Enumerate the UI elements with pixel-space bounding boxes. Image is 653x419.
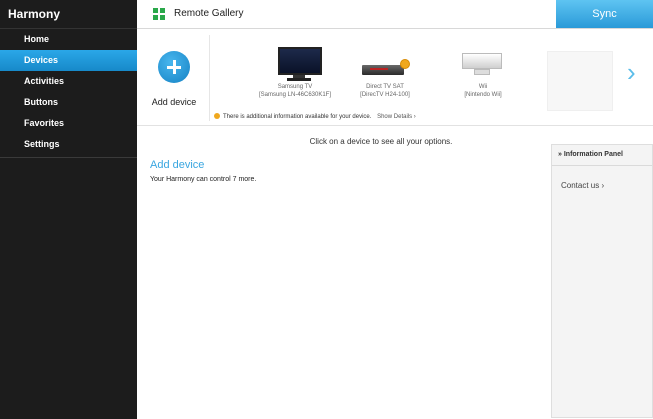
sidebar-divider [0, 157, 137, 158]
device-card-wii[interactable]: Wii [Nintendo Wii] [438, 39, 528, 99]
show-details-link[interactable]: Show Details › [377, 114, 416, 120]
satellite-box-icon [340, 39, 430, 83]
device-name: Direct TV SAT [366, 84, 404, 90]
app-title: Harmony [0, 0, 137, 29]
device-name: Samsung TV [277, 84, 313, 90]
sidebar-item-home[interactable]: Home [0, 29, 137, 50]
device-card-directv[interactable]: Direct TV SAT [DirecTV H24-100] [340, 39, 430, 99]
device-capacity-text: Your Harmony can control 7 more. [150, 176, 257, 183]
sidebar-nav: Home Devices Activities Buttons Favorite… [0, 29, 137, 155]
empty-device-slot [547, 51, 613, 111]
sidebar-item-activities[interactable]: Activities [0, 71, 137, 92]
device-model: [Nintendo Wii] [464, 92, 502, 98]
expand-icon: » [558, 151, 562, 158]
device-model: [DirecTV H24-100] [360, 92, 410, 98]
tv-icon [250, 39, 340, 83]
add-device-label: Add device [151, 97, 197, 107]
sidebar-item-settings[interactable]: Settings [0, 134, 137, 155]
chevron-right-icon[interactable]: › [627, 59, 636, 85]
contact-us-label: Contact us [561, 181, 600, 190]
sidebar-item-favorites[interactable]: Favorites [0, 113, 137, 134]
contact-us-link[interactable]: Contact us › [561, 181, 604, 190]
page-title: Remote Gallery [174, 8, 244, 19]
wii-console-icon [438, 39, 528, 83]
device-gallery: Add device Samsung TV [Samsung LN-46C630… [137, 29, 653, 126]
device-info-notice: There is additional information availabl… [214, 113, 416, 120]
gallery-divider [209, 35, 210, 121]
device-name: Wii [478, 84, 488, 90]
device-card-samsung-tv[interactable]: Samsung TV [Samsung LN-46C630K1F] [250, 39, 340, 99]
sidebar-item-buttons[interactable]: Buttons [0, 92, 137, 113]
sidebar-item-devices[interactable]: Devices [0, 50, 137, 71]
show-details-label: Show Details [377, 114, 413, 120]
grid-icon [153, 8, 165, 20]
info-message: There is additional information availabl… [223, 114, 372, 120]
header-bar: Remote Gallery Sync [137, 0, 653, 29]
information-panel: » Information Panel Contact us › [551, 144, 653, 418]
plus-icon [158, 51, 190, 83]
add-device-link[interactable]: Add device [150, 159, 204, 171]
sidebar: Harmony Home Devices Activities Buttons … [0, 0, 137, 419]
warning-icon [214, 113, 220, 119]
device-model: [Samsung LN-46C630K1F] [258, 92, 332, 98]
sync-button[interactable]: Sync [556, 0, 653, 28]
warning-badge-icon [400, 59, 410, 69]
add-device-button[interactable]: Add device [145, 51, 203, 129]
information-panel-title: Information Panel [563, 151, 623, 158]
information-panel-header[interactable]: » Information Panel [552, 145, 652, 166]
